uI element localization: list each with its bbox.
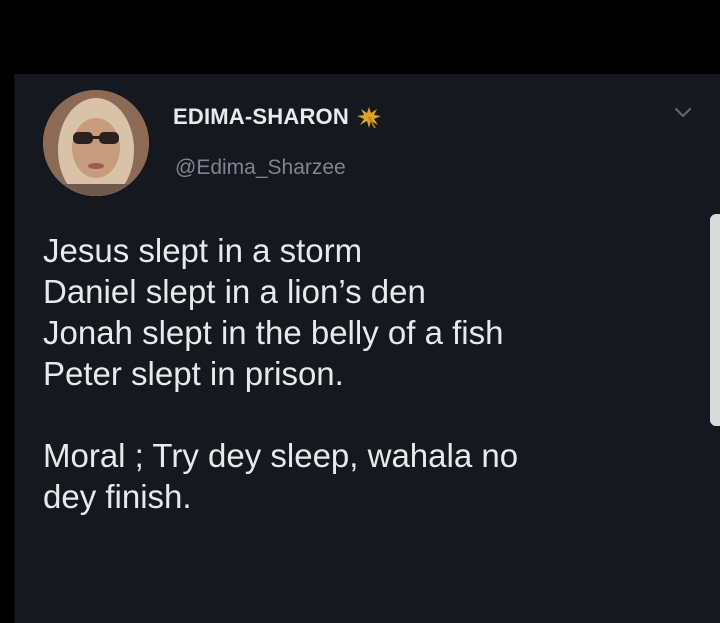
chevron-down-icon[interactable]: [673, 106, 693, 120]
avatar[interactable]: [43, 90, 149, 196]
tweet-line: Jesus slept in a storm: [43, 232, 363, 269]
tweet-line: Peter slept in prison.: [43, 355, 344, 392]
scrollbar-handle[interactable]: [710, 214, 720, 426]
handle[interactable]: @Edima_Sharzee: [175, 156, 346, 180]
display-name[interactable]: EDIMA-SHARON: [173, 104, 349, 130]
tweet-line: Daniel slept in a lion’s den: [43, 273, 426, 310]
tweet-line: Jonah slept in the belly of a fish: [43, 314, 504, 351]
tweet-card[interactable]: EDIMA-SHARON @Edima_Sharzee Jesus slept …: [14, 74, 720, 623]
moral-line: dey finish.: [43, 478, 192, 515]
avatar-image: [43, 90, 149, 196]
name-row: EDIMA-SHARON: [173, 104, 383, 130]
tweet-text: Jesus slept in a storm Daniel slept in a…: [43, 230, 683, 517]
top-black-band: [0, 0, 720, 74]
leaf-emoji-icon: [355, 105, 383, 129]
moral-line: Moral ; Try dey sleep, wahala no: [43, 437, 519, 474]
